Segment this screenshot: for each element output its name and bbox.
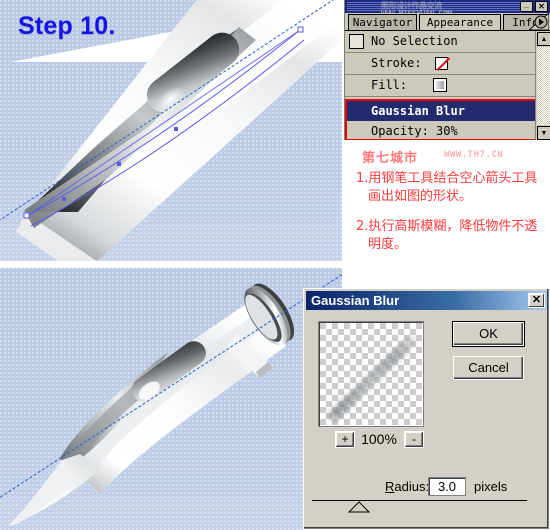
gaussian-blur-label: Gaussian Blur [371, 104, 465, 118]
brand-label: 第七城市 [362, 151, 419, 166]
opacity-label: Opacity: 30% [371, 124, 458, 138]
knife-illustration-bottom [0, 274, 342, 526]
appearance-palette: _ ✕ 图形设计作品交流 WWW.MISSYUAN.COM Navigator … [344, 0, 550, 142]
radius-units-label: pixels [474, 479, 508, 494]
zoom-in-button[interactable]: + [335, 431, 355, 448]
fill-gradient-swatch-icon[interactable] [433, 78, 447, 92]
scroll-up-icon[interactable]: ▲ [537, 32, 550, 46]
radius-label: Radius: [385, 479, 430, 494]
brand-url: WWW.TH7.CN [444, 150, 504, 160]
radius-control-row: Radius: 3.0 pixels [304, 477, 550, 499]
stroke-none-swatch-icon[interactable] [435, 57, 448, 70]
note-item: 2.执行高斯模糊，降低物件不透明度。 [356, 218, 548, 254]
screenshot-root: Step 10. _ ✕ 图形设计作品交流 Navigator Appearan… [0, 0, 550, 530]
radius-slider-track[interactable] [312, 500, 527, 501]
radius-input[interactable]: 3.0 [428, 477, 466, 496]
note-text: 2.执行高斯模糊，降低物件不透明度。 [356, 219, 538, 252]
page-title: Step 10. [18, 12, 116, 40]
palette-menu-arrow-icon[interactable] [529, 13, 549, 30]
palette-scrollbar[interactable]: ▲ ▼ [535, 31, 550, 141]
gaussian-blur-dialog: Gaussian Blur ✕ + 100% - OK Cancel Radiu… [303, 288, 550, 530]
note-text: 1.用钢笔工具结合空心箭头工具画出如图的形状。 [356, 171, 538, 204]
dialog-title: Gaussian Blur [311, 293, 400, 308]
radius-slider-thumb[interactable] [348, 501, 370, 513]
fill-label: Fill: [371, 78, 408, 92]
palette-tabstrip: Navigator Appearance Info [345, 13, 550, 30]
row-gaussian-blur[interactable]: Gaussian Blur [345, 101, 535, 121]
appearance-list: No Selection Stroke: Fill: Gaussian Blur… [345, 30, 550, 142]
scroll-down-icon[interactable]: ▼ [537, 126, 550, 140]
ok-button[interactable]: OK [452, 321, 525, 347]
zoom-level-label: 100% [361, 431, 397, 447]
preview-zoom-controls: + 100% - [318, 431, 428, 451]
artwork-panel-bottom [0, 268, 342, 530]
scrollbar-track[interactable] [537, 47, 550, 125]
artwork-panel-top: Step 10. [0, 0, 342, 261]
dialog-titlebar[interactable]: Gaussian Blur [306, 291, 547, 310]
row-divider [345, 96, 535, 97]
cancel-button[interactable]: Cancel [453, 356, 524, 380]
preview-blurred-shape [328, 333, 418, 421]
preview-frame[interactable] [318, 321, 424, 427]
row-fill[interactable]: Fill: [345, 75, 535, 96]
preview-checkerboard [320, 323, 422, 425]
row-no-selection[interactable]: No Selection [345, 31, 535, 52]
zoom-out-button[interactable]: - [404, 431, 424, 448]
selection-thumbnail [349, 34, 364, 49]
instruction-notes: 第七城市 WWW.TH7.CN 1.用钢笔工具结合空心箭头工具画出如图的形状。 … [344, 140, 550, 268]
dialog-close-icon[interactable]: ✕ [528, 293, 545, 308]
note-item: 1.用钢笔工具结合空心箭头工具画出如图的形状。 [356, 170, 548, 206]
row-opacity[interactable]: Opacity: 30% [345, 121, 535, 142]
tab-appearance[interactable]: Appearance [419, 14, 501, 30]
stroke-label: Stroke: [371, 56, 422, 70]
radius-label-rest: adius: [394, 479, 430, 494]
tab-navigator[interactable]: Navigator [348, 14, 417, 30]
row-stroke[interactable]: Stroke: [345, 53, 535, 74]
no-selection-label: No Selection [371, 34, 458, 48]
